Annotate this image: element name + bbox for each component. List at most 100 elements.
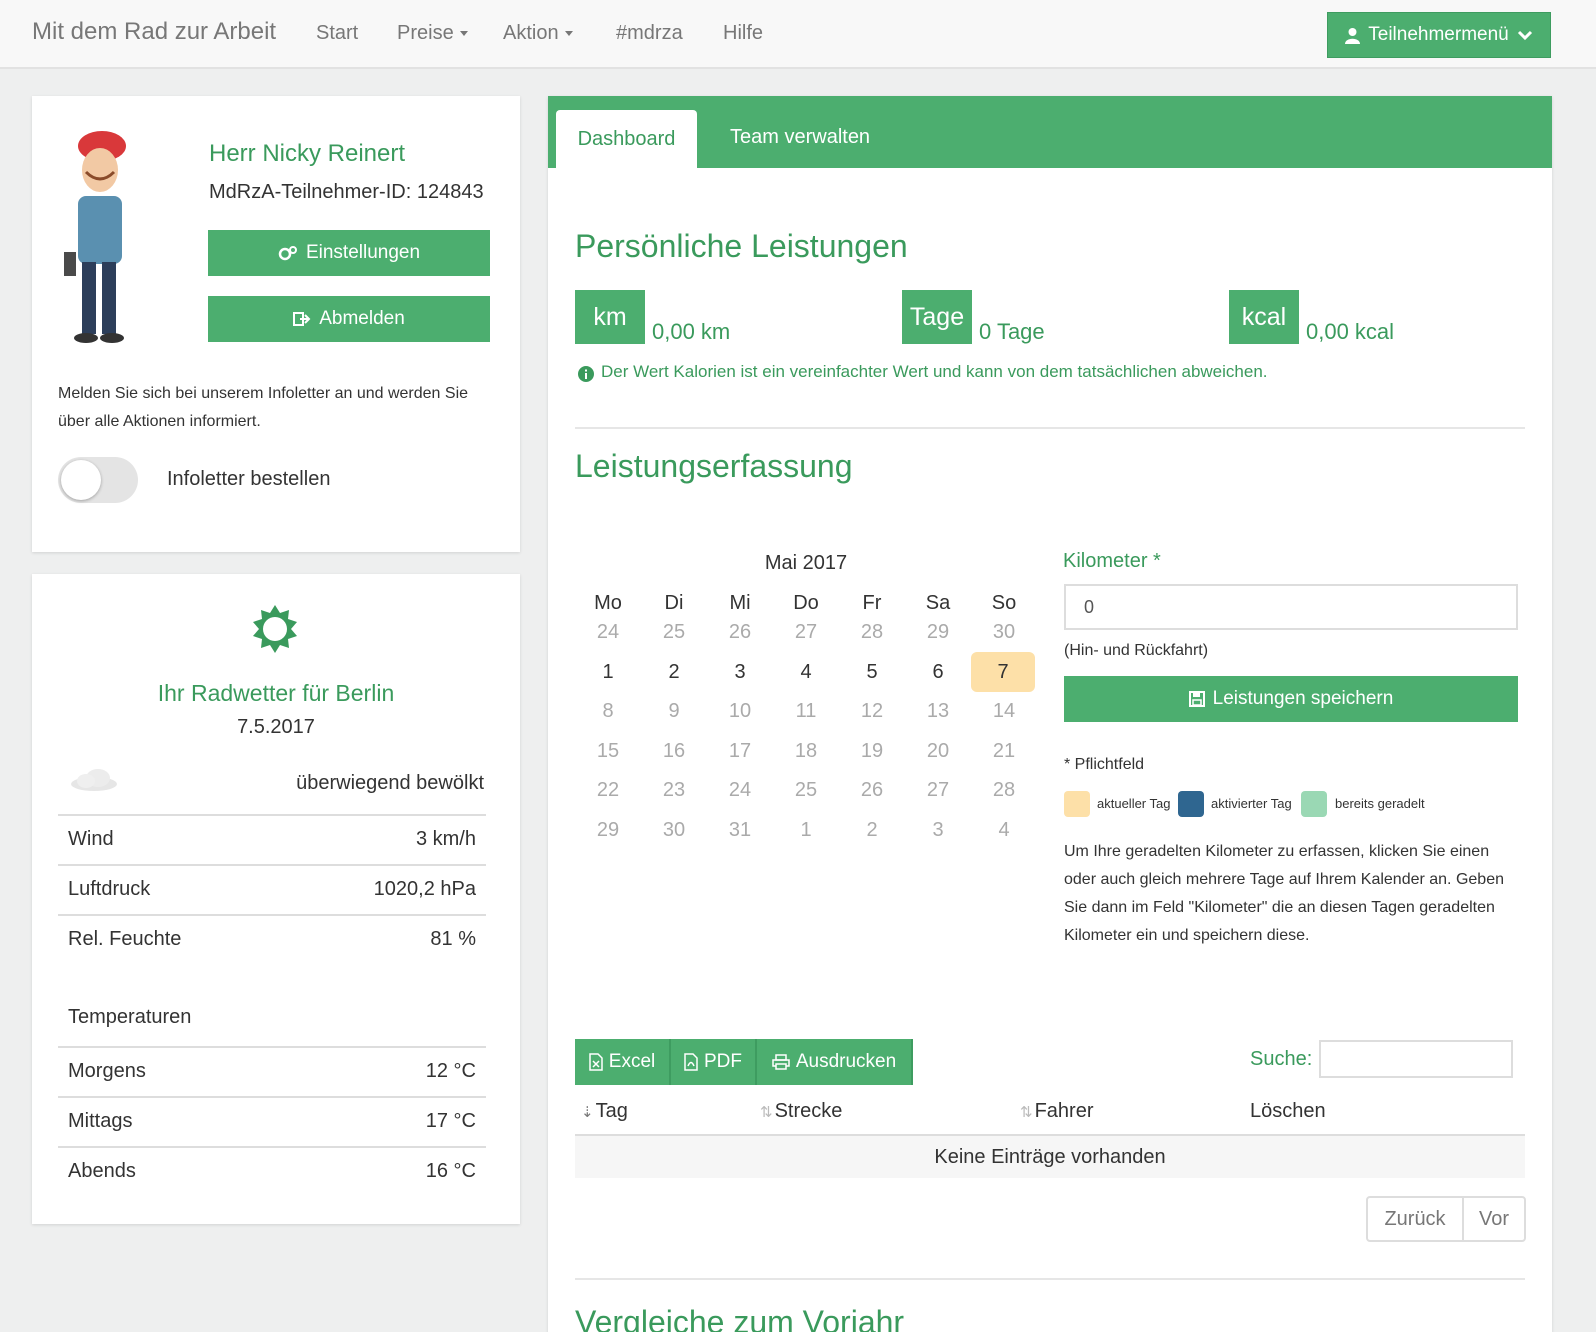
temp-row-morning: Morgens 12 °C: [58, 1048, 486, 1098]
calendar-day[interactable]: 30: [641, 810, 707, 850]
calendar-day[interactable]: 1: [575, 652, 641, 692]
calendar-day[interactable]: 16: [641, 731, 707, 771]
main-panel: Dashboard Team verwalten Persönliche Lei…: [548, 96, 1552, 1332]
calendar-day[interactable]: 3: [707, 652, 773, 692]
calendar-day[interactable]: 5: [839, 652, 905, 692]
calendar-day[interactable]: 14: [971, 691, 1037, 731]
newsletter-text: Melden Sie sich bei unserem Infoletter a…: [58, 385, 469, 430]
temp-row-noon: Mittags 17 °C: [58, 1098, 486, 1148]
file-excel-icon: [589, 1053, 603, 1071]
nav-start[interactable]: Start: [316, 22, 358, 45]
calendar-day[interactable]: 18: [773, 731, 839, 771]
calendar-day[interactable]: 26: [839, 770, 905, 810]
gears-icon: [278, 246, 297, 261]
save-icon: [1188, 691, 1205, 707]
column-day[interactable]: ⇣ Tag: [581, 1100, 628, 1123]
calendar-day[interactable]: 19: [839, 731, 905, 771]
calendar-day[interactable]: 23: [641, 770, 707, 810]
calendar-day[interactable]: 4: [773, 652, 839, 692]
nav-aktion[interactable]: Aktion: [503, 22, 573, 45]
calendar-day[interactable]: 6: [905, 652, 971, 692]
column-rider[interactable]: ⇅ Fahrer: [1020, 1100, 1093, 1123]
export-excel-button[interactable]: Excel: [575, 1039, 671, 1085]
legend-ridden-label: bereits geradelt: [1335, 796, 1425, 811]
legend-today-swatch: [1064, 791, 1090, 817]
comparison-title: Vergleiche zum Vorjahr: [575, 1304, 905, 1332]
tab-team[interactable]: Team verwalten: [730, 126, 870, 149]
sort-icon: ⇅: [1020, 1104, 1033, 1121]
calendar-day[interactable]: 28: [839, 612, 905, 652]
save-performance-button[interactable]: Leistungen speichern: [1064, 676, 1518, 722]
caret-down-icon: [564, 31, 573, 37]
export-pdf-button[interactable]: PDF: [671, 1039, 757, 1085]
calendar-day[interactable]: 22: [575, 770, 641, 810]
km-input[interactable]: [1064, 584, 1518, 630]
calendar-day[interactable]: 4: [971, 810, 1037, 850]
info-icon: [578, 366, 594, 382]
caret-down-icon: [459, 31, 468, 37]
calendar-day[interactable]: 27: [773, 612, 839, 652]
calendar-day[interactable]: 8: [575, 691, 641, 731]
legend-today-label: aktueller Tag: [1097, 796, 1171, 811]
calendar-day[interactable]: 15: [575, 731, 641, 771]
nav-preise[interactable]: Preise: [397, 22, 468, 45]
legend-active-swatch: [1178, 791, 1204, 817]
calendar-day[interactable]: 10: [707, 691, 773, 731]
calendar-day[interactable]: 31: [707, 810, 773, 850]
calendar-day[interactable]: 2: [641, 652, 707, 692]
kcal-value: 0,00 kcal: [1306, 319, 1395, 344]
calendar-day-today[interactable]: 7: [971, 651, 1035, 692]
km-hint: (Hin- und Rückfahrt): [1064, 642, 1209, 659]
calendar-day[interactable]: 1: [773, 810, 839, 850]
calorie-info: Der Wert Kalorien ist ein vereinfachter …: [601, 362, 1268, 381]
settings-button[interactable]: Einstellungen: [208, 230, 490, 276]
print-icon: [772, 1054, 790, 1070]
empty-table-message: Keine Einträge vorhanden: [575, 1136, 1525, 1178]
calendar-day[interactable]: 30: [971, 612, 1037, 652]
user-name: Herr Nicky Reinert: [209, 140, 406, 167]
next-page-button[interactable]: Vor: [1462, 1196, 1526, 1242]
nav-hilfe[interactable]: Hilfe: [723, 22, 763, 45]
calendar-day[interactable]: 25: [773, 770, 839, 810]
calendar-day[interactable]: 2: [839, 810, 905, 850]
calendar-day[interactable]: 12: [839, 691, 905, 731]
tab-bar: [548, 96, 1552, 168]
weather-row-humidity: Rel. Feuchte 81 %: [68, 928, 476, 950]
calendar-day[interactable]: 28: [971, 770, 1037, 810]
calendar-day[interactable]: 24: [575, 612, 641, 652]
newsletter-toggle[interactable]: [58, 457, 138, 503]
calendar-day[interactable]: 21: [971, 731, 1037, 771]
divider: [575, 1278, 1525, 1280]
calendar-day[interactable]: 27: [905, 770, 971, 810]
calendar-day[interactable]: 13: [905, 691, 971, 731]
tab-dashboard[interactable]: Dashboard: [556, 110, 697, 168]
legend-active-label: aktivierter Tag: [1211, 796, 1292, 811]
entry-help-text: Um Ihre geradelten Kilometer zu erfassen…: [1064, 843, 1504, 944]
calendar-day[interactable]: 29: [905, 612, 971, 652]
calendar-day[interactable]: 26: [707, 612, 773, 652]
km-badge: km: [575, 290, 645, 344]
nav-mdrza[interactable]: #mdrza: [616, 22, 683, 45]
calendar-day[interactable]: 11: [773, 691, 839, 731]
weather-date: 7.5.2017: [237, 716, 315, 738]
prev-page-button[interactable]: Zurück: [1366, 1196, 1464, 1242]
brand-link[interactable]: Mit dem Rad zur Arbeit: [32, 18, 276, 46]
search-label: Suche:: [1250, 1048, 1313, 1070]
calendar-month: Mai 2017: [764, 552, 848, 574]
calendar-day[interactable]: 9: [641, 691, 707, 731]
sun-icon: [253, 605, 297, 653]
participant-menu-button[interactable]: Teilnehmermenü: [1327, 12, 1551, 58]
calendar-day[interactable]: 24: [707, 770, 773, 810]
calendar-day[interactable]: 20: [905, 731, 971, 771]
logout-button[interactable]: Abmelden: [208, 296, 490, 342]
top-navbar: Mit dem Rad zur Arbeit Start Preise Akti…: [0, 0, 1596, 69]
calendar-day[interactable]: 25: [641, 612, 707, 652]
calendar-day[interactable]: 17: [707, 731, 773, 771]
search-input[interactable]: [1319, 1040, 1513, 1078]
calendar-day[interactable]: 29: [575, 810, 641, 850]
toggle-knob: [61, 460, 101, 500]
calendar-day[interactable]: 3: [905, 810, 971, 850]
print-button[interactable]: Ausdrucken: [757, 1039, 913, 1085]
column-distance[interactable]: ⇅ Strecke: [760, 1100, 842, 1123]
sort-icon: ⇅: [760, 1104, 773, 1121]
